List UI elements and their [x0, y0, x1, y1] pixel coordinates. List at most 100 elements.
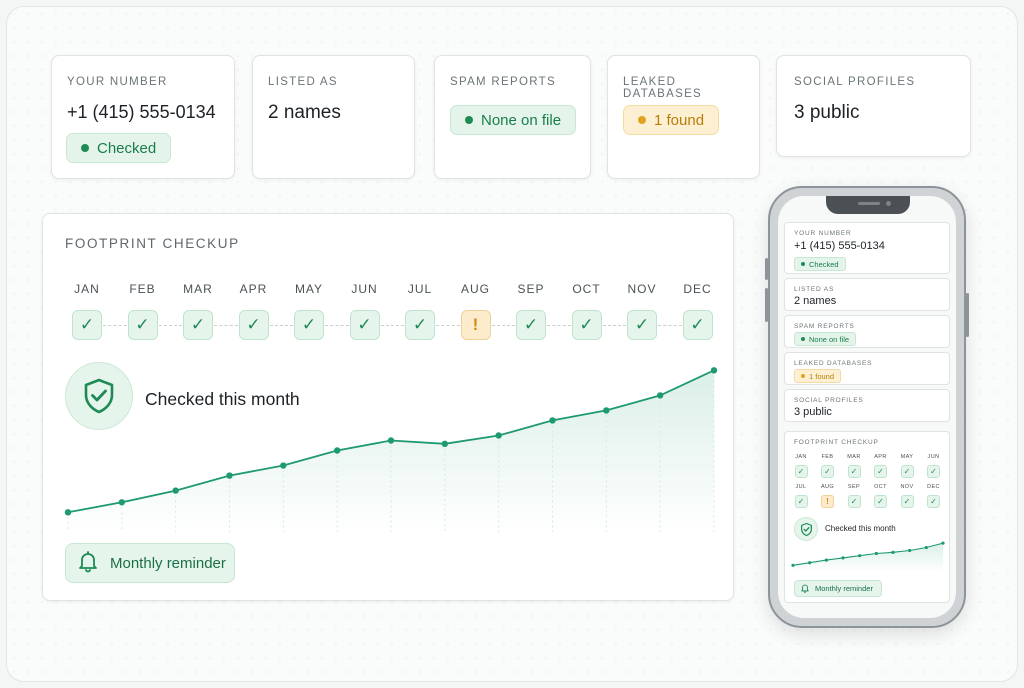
timeline-connector [658, 325, 682, 326]
timeline-connector [547, 325, 571, 326]
mobile-your-number-card: YOUR NUMBER +1 (415) 555-0134 Checked [784, 222, 950, 274]
trend-point [387, 437, 395, 444]
mobile-monthly-reminder-button[interactable]: Monthly reminder [794, 580, 882, 597]
trend-point [333, 447, 341, 454]
trend-point [941, 541, 945, 545]
phone-side-button [966, 293, 969, 337]
trend-point [495, 432, 502, 439]
month-label-nov: NOV [627, 282, 657, 296]
bell-icon [800, 583, 810, 595]
phone-mockup: YOUR NUMBER +1 (415) 555-0134 Checked LI… [765, 186, 969, 628]
warning-dot-icon [801, 374, 805, 378]
month-label-aug: AUG [460, 282, 490, 296]
phone-notch [826, 196, 910, 214]
check-icon: ✓ [516, 310, 546, 340]
leaked-databases-label: LEAKED DATABASES [623, 76, 703, 100]
exclamation-icon: ! [460, 310, 491, 340]
mobile-month-label-dec: DEC [927, 484, 940, 490]
phone-screen: YOUR NUMBER +1 (415) 555-0134 Checked LI… [778, 196, 956, 618]
check-icon: ✓ [627, 310, 657, 340]
trend-point [280, 462, 287, 469]
check-icon: ✓ [794, 495, 808, 508]
social-profiles-value: 3 public [794, 102, 860, 123]
timeline-connector [436, 325, 460, 326]
mobile-month-label-apr: APR [874, 454, 887, 460]
check-icon: ✓ [847, 495, 861, 508]
mobile-leaked-databases-label: LEAKED DATABASES [794, 360, 873, 367]
month-label-sep: SEP [517, 282, 545, 296]
check-icon: ✓ [127, 310, 158, 340]
check-icon: ✓ [405, 310, 435, 340]
timeline-connector [491, 325, 515, 326]
mobile-your-number-value: +1 (415) 555-0134 [794, 240, 885, 252]
trend-point [808, 561, 812, 565]
timeline-connector [103, 325, 127, 326]
trend-point [824, 558, 828, 562]
listed-as-card: LISTED AS 2 names [252, 55, 415, 179]
mobile-checked-badge: Checked [794, 257, 846, 271]
mobile-month-label-feb: FEB [821, 454, 834, 460]
month-label-may: MAY [294, 282, 324, 296]
spam-status-label: None on file [481, 111, 562, 129]
month-label-oct: OCT [572, 282, 601, 296]
status-dot-icon [801, 262, 805, 266]
exclamation-icon: ! [821, 495, 834, 508]
check-icon: ✓ [847, 465, 861, 478]
mobile-spam-reports-label: SPAM REPORTS [794, 323, 855, 330]
checked-badge-label: Checked [97, 139, 157, 157]
month-label-dec: DEC [683, 282, 712, 296]
bell-icon [76, 549, 100, 577]
trend-point [64, 509, 72, 516]
social-profiles-label: SOCIAL PROFILES [794, 76, 916, 88]
check-icon: ✓ [821, 465, 834, 478]
check-icon: ✓ [349, 310, 380, 340]
checked-this-month-text: Checked this month [145, 389, 300, 409]
checked-badge: Checked [66, 133, 172, 163]
leaked-databases-card: LEAKED DATABASES 1 found [607, 55, 760, 179]
mobile-listed-as-label: LISTED AS [794, 286, 835, 293]
check-icon: ✓ [183, 310, 213, 340]
month-label-apr: APR [239, 282, 268, 296]
check-icon: ✓ [874, 495, 887, 508]
mobile-leaked-databases-card: LEAKED DATABASES 1 found [784, 352, 950, 385]
month-label-mar: MAR [183, 282, 213, 296]
month-label-jan: JAN [74, 282, 100, 296]
mobile-listed-as-card: LISTED AS 2 names [784, 278, 950, 311]
shield-check-icon [794, 517, 818, 541]
mobile-social-profiles-label: SOCIAL PROFILES [794, 397, 864, 404]
speaker-icon [858, 202, 880, 205]
check-icon: ✓ [900, 465, 914, 478]
leaks-status-badge: 1 found [623, 105, 720, 135]
trend-point [549, 417, 556, 424]
check-icon: ✓ [294, 310, 324, 340]
month-label-feb: FEB [129, 282, 156, 296]
listed-as-label: LISTED AS [268, 76, 338, 88]
your-number-value: +1 (415) 555-0134 [67, 102, 216, 122]
trend-point [172, 487, 179, 494]
mobile-month-label-aug: AUG [820, 484, 835, 490]
leaks-status-label: 1 found [654, 111, 705, 129]
shield-check-icon [65, 362, 133, 430]
timeline-connector [269, 325, 293, 326]
mobile-month-label-jul: JUL [795, 484, 807, 490]
check-icon: ✓ [927, 495, 940, 508]
footprint-title: FOOTPRINT CHECKUP [65, 236, 240, 251]
monthly-reminder-button[interactable]: Monthly reminder [65, 543, 235, 583]
check-icon: ✓ [682, 310, 713, 340]
status-dot-icon [465, 116, 473, 124]
check-icon: ✓ [571, 310, 602, 340]
mobile-checked-badge-label: Checked [809, 259, 839, 269]
trend-point [858, 554, 862, 558]
mobile-month-label-mar: MAR [847, 454, 861, 460]
month-label-jul: JUL [407, 282, 433, 296]
mobile-social-profiles-card: SOCIAL PROFILES 3 public [784, 389, 950, 422]
mobile-month-label-oct: OCT [874, 484, 887, 490]
mobile-monthly-reminder-label: Monthly reminder [815, 584, 873, 593]
timeline-connector [158, 325, 182, 326]
trend-point [656, 392, 664, 399]
phone-side-button [765, 288, 768, 322]
trend-area [793, 543, 943, 572]
social-profiles-card: SOCIAL PROFILES 3 public [776, 55, 971, 157]
month-label-jun: JUN [351, 282, 378, 296]
trend-point [891, 550, 895, 554]
